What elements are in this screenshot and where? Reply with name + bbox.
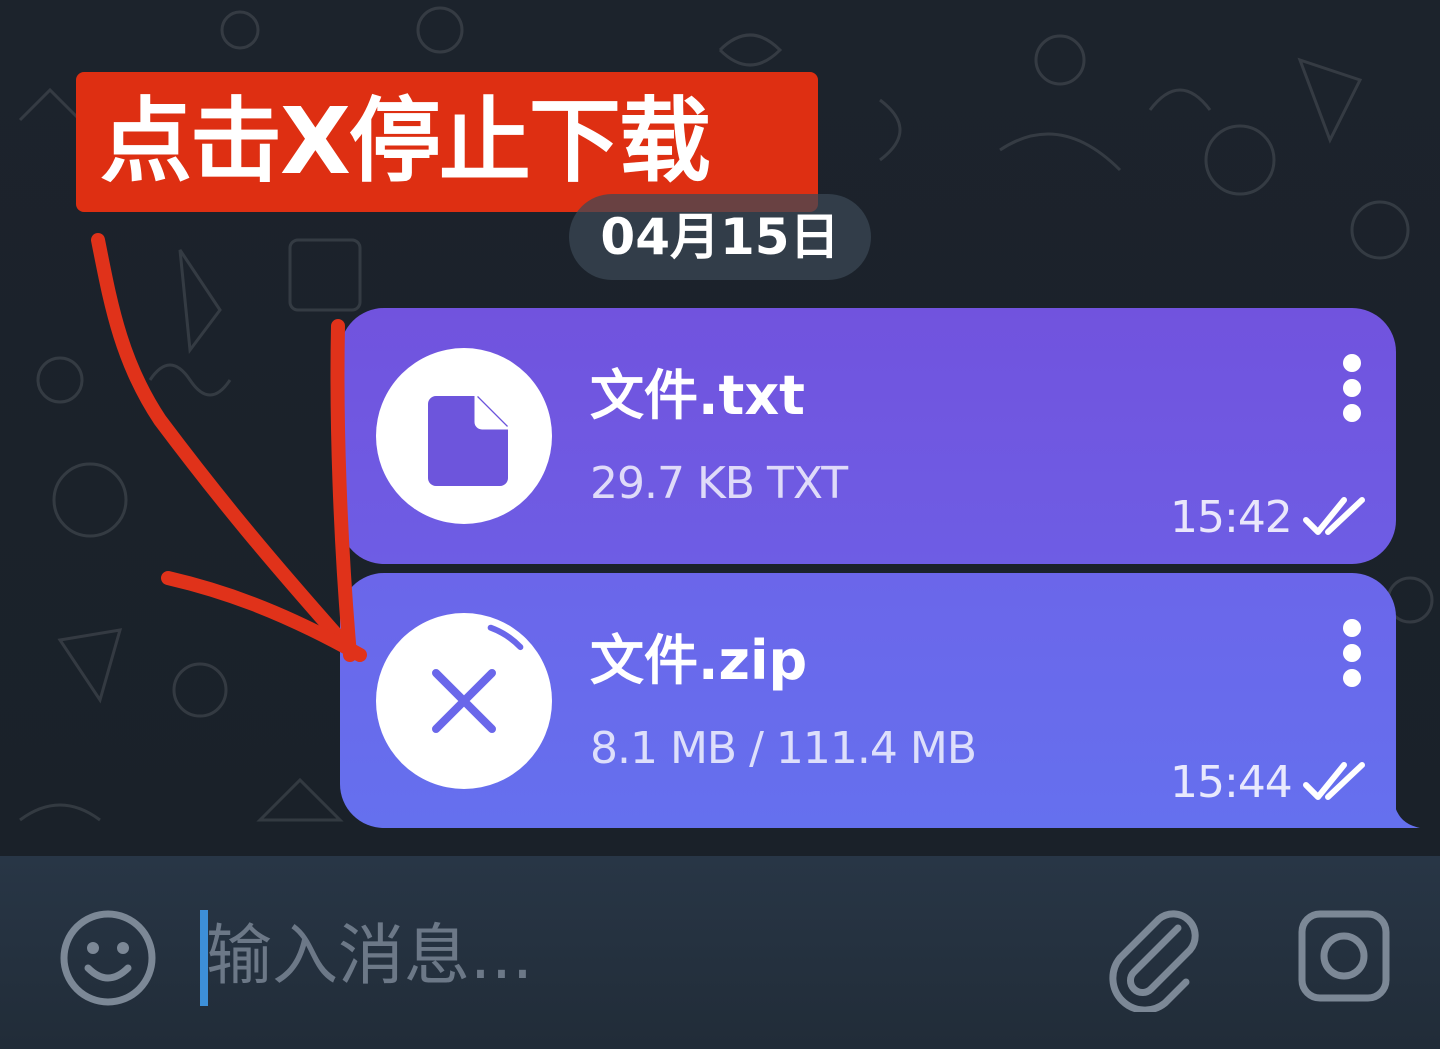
file-name: 文件.txt bbox=[590, 364, 805, 427]
message-bubble-zip[interactable]: 文件.zip 8.1 MB / 111.4 MB 15:44 bbox=[340, 573, 1396, 828]
cancel-download-icon bbox=[432, 624, 524, 733]
file-open-button[interactable] bbox=[376, 348, 552, 524]
annotation-label: 点击X停止下载 bbox=[76, 72, 818, 212]
bubble-tail bbox=[1392, 790, 1420, 828]
file-size: 29.7 KB TXT bbox=[590, 458, 848, 509]
message-time: 15:44 bbox=[1170, 757, 1293, 808]
more-options-icon[interactable] bbox=[1336, 354, 1368, 424]
download-progress-arc bbox=[487, 624, 524, 651]
download-progress-text: 8.1 MB / 111.4 MB bbox=[590, 723, 977, 774]
camera-icon[interactable] bbox=[1296, 908, 1392, 1004]
message-bubble-txt[interactable]: 文件.txt 29.7 KB TXT 15:42 bbox=[340, 308, 1396, 564]
more-options-icon[interactable] bbox=[1336, 619, 1368, 689]
message-input-bar bbox=[0, 856, 1440, 1049]
emoji-icon[interactable] bbox=[58, 908, 158, 1008]
file-name: 文件.zip bbox=[590, 629, 808, 692]
message-input[interactable] bbox=[206, 904, 1066, 1008]
message-time: 15:42 bbox=[1170, 492, 1293, 543]
double-check-icon bbox=[1303, 762, 1365, 800]
date-separator: 04月15日 bbox=[569, 194, 871, 280]
attach-icon[interactable] bbox=[1104, 904, 1204, 1012]
document-icon bbox=[428, 396, 508, 486]
double-check-icon bbox=[1303, 497, 1365, 535]
cancel-download-button[interactable] bbox=[376, 613, 552, 789]
